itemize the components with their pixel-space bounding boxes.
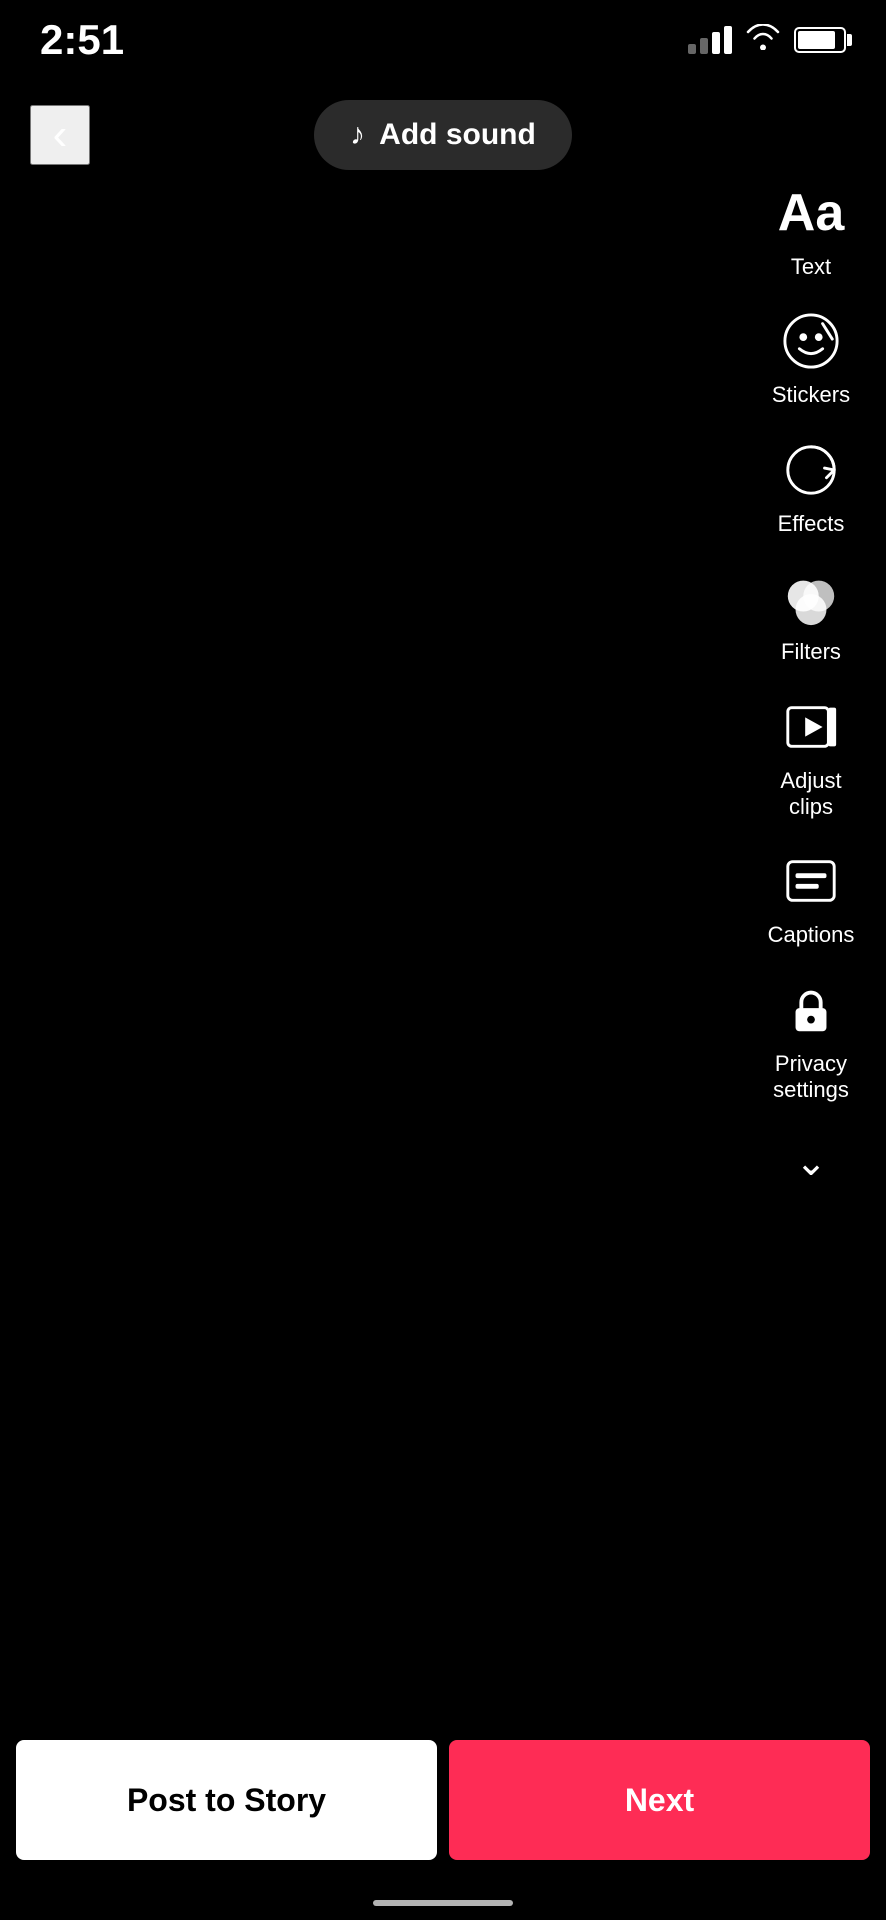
- post-to-story-button[interactable]: Post to Story: [16, 1740, 437, 1860]
- tool-captions[interactable]: Captions: [756, 838, 866, 958]
- battery-icon: [794, 27, 846, 53]
- tool-effects[interactable]: Effects: [756, 427, 866, 547]
- bottom-bar: Post to Story Next: [0, 1740, 886, 1860]
- tool-effects-label: Effects: [778, 511, 845, 537]
- tool-text-label: Text: [791, 254, 831, 280]
- next-button[interactable]: Next: [449, 1740, 870, 1860]
- stickers-icon: [778, 308, 844, 374]
- right-toolbar: Aa Text Stickers Effects: [756, 170, 866, 1195]
- tool-adjust-clips[interactable]: Adjust clips: [756, 684, 866, 831]
- tool-text[interactable]: Aa Text: [756, 170, 866, 290]
- adjust-clips-icon: [778, 694, 844, 760]
- text-icon: Aa: [778, 180, 844, 246]
- post-to-story-label: Post to Story: [127, 1782, 326, 1819]
- back-chevron-icon: ‹: [53, 113, 68, 157]
- effects-icon: [778, 437, 844, 503]
- chevron-down-icon: ⌄: [795, 1142, 827, 1184]
- back-button[interactable]: ‹: [30, 105, 90, 165]
- tool-adjust-clips-label: Adjust clips: [762, 768, 860, 821]
- captions-icon: [778, 848, 844, 914]
- tool-stickers-label: Stickers: [772, 382, 850, 408]
- tool-filters-label: Filters: [781, 639, 841, 665]
- tool-filters[interactable]: Filters: [756, 555, 866, 675]
- status-bar: 2:51: [0, 0, 886, 80]
- tool-privacy-settings[interactable]: Privacysettings: [756, 967, 866, 1114]
- signal-icon: [688, 26, 732, 54]
- tool-privacy-settings-label: Privacysettings: [773, 1051, 849, 1104]
- top-bar: ‹ ♪ Add sound: [0, 80, 886, 190]
- music-note-icon: ♪: [350, 118, 365, 152]
- add-sound-button[interactable]: ♪ Add sound: [314, 100, 572, 170]
- tool-stickers[interactable]: Stickers: [756, 298, 866, 418]
- add-sound-label: Add sound: [379, 118, 536, 152]
- wifi-icon: [746, 24, 780, 57]
- filters-icon: [778, 565, 844, 631]
- more-tools-button[interactable]: ⌄: [785, 1130, 837, 1195]
- status-icons: [688, 24, 846, 57]
- next-label: Next: [625, 1782, 694, 1819]
- home-indicator: [373, 1900, 513, 1906]
- status-time: 2:51: [40, 16, 124, 64]
- privacy-settings-icon: [778, 977, 844, 1043]
- tool-captions-label: Captions: [768, 922, 855, 948]
